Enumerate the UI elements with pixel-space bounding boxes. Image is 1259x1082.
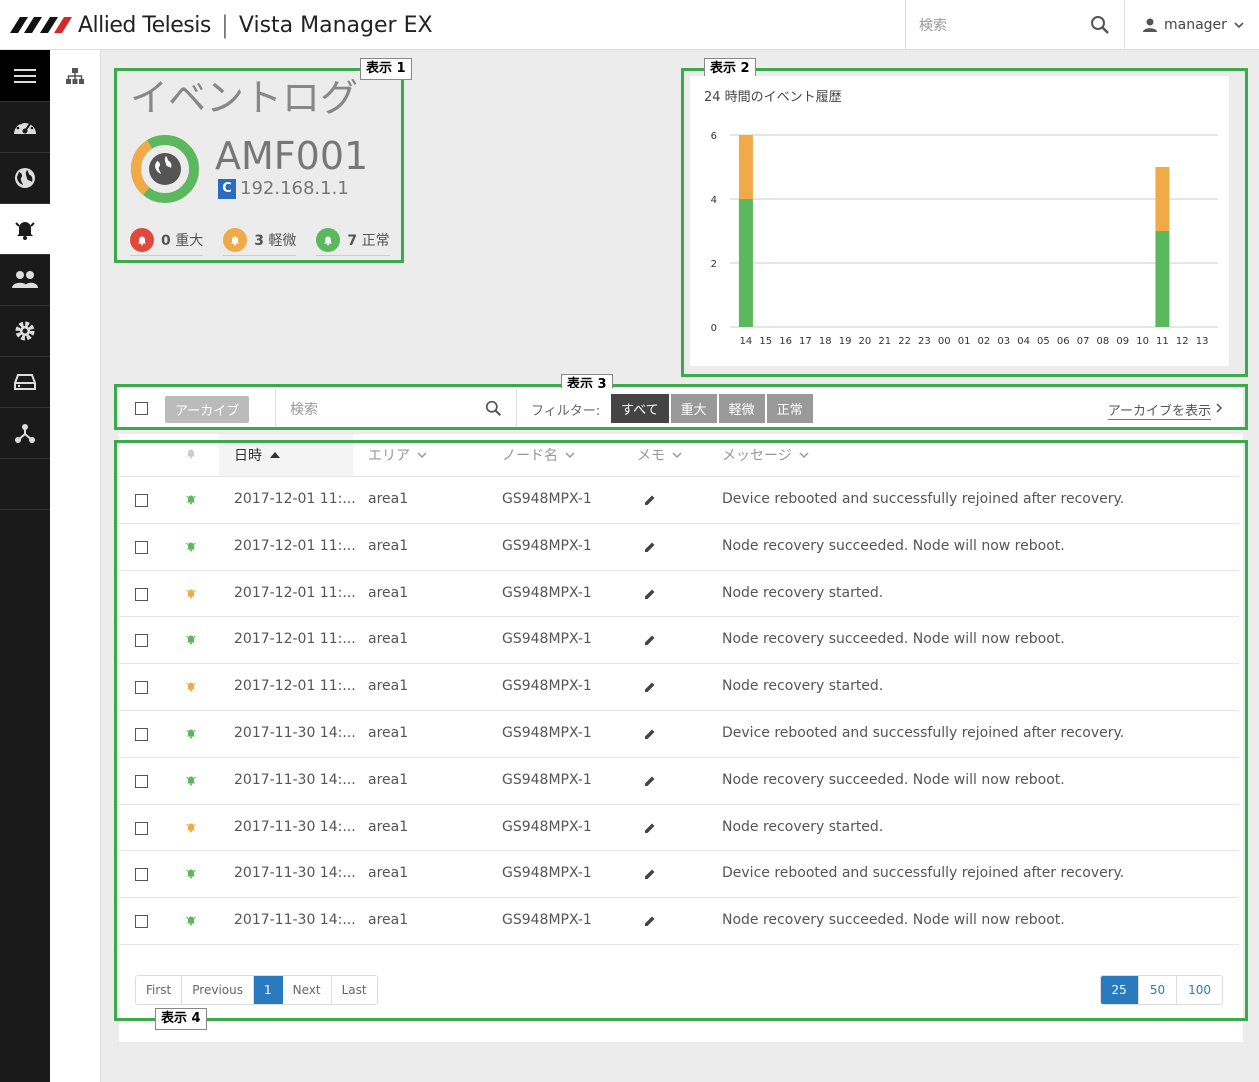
device-badge: C bbox=[218, 178, 236, 199]
count-critical[interactable]: 0 重大 bbox=[130, 228, 204, 256]
bar-segment bbox=[1155, 167, 1170, 231]
page-title: イベントログ bbox=[130, 76, 359, 120]
chevron-down-icon bbox=[1234, 22, 1244, 29]
user-menu[interactable]: manager bbox=[1126, 0, 1259, 50]
sidebar-spacer bbox=[0, 459, 50, 510]
device-ip: 192.168.1.1 bbox=[240, 178, 349, 199]
minor-bell-icon bbox=[223, 228, 248, 252]
x-tick-label: 07 bbox=[1077, 336, 1090, 347]
title-separator: | bbox=[220, 11, 229, 39]
top-bar: Allied Telesis | Vista Manager EX 検索 man… bbox=[0, 0, 1259, 50]
critical-bell-icon bbox=[130, 228, 154, 252]
x-tick-label: 20 bbox=[859, 336, 872, 347]
chart-svg: 024614 15 16 17 18 19 20 21 22 23 00 01 02 03 04 05 06 07… bbox=[711, 131, 1218, 347]
y-tick-label: 6 bbox=[711, 131, 717, 142]
filter-bar: アーカイブ 検索 フィルター: すべて 重大 軽微 正常 アーカイブを表示 bbox=[119, 388, 1243, 427]
count-critical-value: 0 bbox=[161, 233, 171, 249]
globe-icon[interactable] bbox=[0, 153, 50, 204]
x-tick-label: 05 bbox=[1037, 336, 1050, 347]
x-tick-label: 11 bbox=[1156, 336, 1169, 347]
logo[interactable]: Allied Telesis | Vista Manager EX bbox=[10, 11, 433, 39]
hierarchy-icon[interactable] bbox=[66, 68, 84, 84]
user-name: manager bbox=[1164, 17, 1227, 33]
dashboard-icon[interactable] bbox=[0, 102, 50, 153]
user-icon bbox=[1143, 18, 1157, 32]
y-tick-label: 0 bbox=[711, 323, 717, 334]
storage-drive-icon[interactable] bbox=[0, 357, 50, 408]
header-search-input[interactable]: 検索 bbox=[919, 15, 947, 35]
x-tick-label: 04 bbox=[1017, 336, 1030, 347]
bar-segment bbox=[738, 199, 753, 327]
filter-critical-button[interactable]: 重大 bbox=[670, 394, 717, 423]
display1-label: 表示 1 bbox=[360, 58, 412, 80]
x-tick-label: 22 bbox=[898, 336, 911, 347]
filter-minor-button[interactable]: 軽微 bbox=[718, 394, 765, 423]
x-tick-label: 21 bbox=[878, 336, 891, 347]
users-icon[interactable] bbox=[0, 255, 50, 306]
count-normal-value: 7 bbox=[347, 233, 358, 249]
count-minor[interactable]: 3 軽微 bbox=[223, 228, 297, 256]
count-critical-label: 重大 bbox=[175, 233, 204, 249]
sub-sidebar bbox=[50, 50, 101, 1082]
archive-button[interactable]: アーカイブ bbox=[165, 396, 250, 423]
menu-icon[interactable] bbox=[0, 50, 50, 102]
settings-gear-icon[interactable] bbox=[0, 306, 50, 357]
display4-label: 表示 4 bbox=[155, 1008, 207, 1030]
x-tick-label: 16 bbox=[779, 336, 792, 347]
filter-search-input[interactable]: 検索 bbox=[290, 399, 318, 419]
severity-counts: 0 重大 3 軽微 7 正常 bbox=[130, 228, 390, 256]
x-tick-label: 09 bbox=[1116, 336, 1129, 347]
event-history-chart: 24 時間のイベント履歴 0 2 4 6 14 15 16 17 18 19 20 21 22 23 00 0… bbox=[690, 76, 1229, 366]
bar-segment bbox=[1155, 231, 1170, 327]
x-tick-label: 08 bbox=[1097, 336, 1110, 347]
select-all-checkbox[interactable] bbox=[135, 402, 148, 415]
app-title: Vista Manager EX bbox=[238, 12, 433, 38]
allied-telesis-logo-icon bbox=[10, 17, 72, 33]
show-archive-link[interactable]: アーカイブを表示 bbox=[1107, 400, 1211, 420]
brand-name: Allied Telesis bbox=[78, 12, 211, 38]
search-icon[interactable] bbox=[1090, 15, 1110, 35]
device-name: AMF001 bbox=[215, 134, 369, 178]
device-globe-icon bbox=[149, 153, 181, 185]
x-tick-label: 23 bbox=[918, 336, 931, 347]
alarm-bell-icon[interactable] bbox=[0, 204, 50, 255]
x-tick-label: 18 bbox=[819, 336, 832, 347]
device-ip-row: C 192.168.1.1 bbox=[218, 178, 349, 199]
count-normal[interactable]: 7 正常 bbox=[316, 228, 390, 256]
sidebar bbox=[0, 50, 50, 1082]
x-tick-label: 02 bbox=[978, 336, 991, 347]
x-tick-label: 03 bbox=[997, 336, 1010, 347]
x-tick-label: 00 bbox=[938, 336, 951, 347]
network-topology-icon[interactable] bbox=[0, 408, 50, 459]
display4-box bbox=[114, 440, 1248, 1021]
x-tick-label: 13 bbox=[1196, 336, 1209, 347]
bar-segment bbox=[738, 135, 753, 199]
filter-search[interactable]: 検索 bbox=[275, 388, 517, 427]
x-tick-label: 12 bbox=[1176, 336, 1189, 347]
chevron-right-icon bbox=[1216, 403, 1223, 413]
x-tick-label: 14 bbox=[740, 336, 753, 347]
filter-all-button[interactable]: すべて bbox=[611, 394, 669, 423]
x-tick-label: 01 bbox=[958, 336, 971, 347]
normal-bell-icon bbox=[316, 228, 341, 252]
count-minor-value: 3 bbox=[254, 233, 264, 249]
x-tick-label: 15 bbox=[759, 336, 772, 347]
filter-normal-button[interactable]: 正常 bbox=[766, 394, 813, 423]
x-tick-label: 10 bbox=[1136, 336, 1149, 347]
count-normal-label: 正常 bbox=[361, 233, 390, 249]
x-tick-label: 17 bbox=[799, 336, 812, 347]
x-tick-label: 19 bbox=[839, 336, 852, 347]
x-tick-label: 06 bbox=[1057, 336, 1070, 347]
show-archive-text: アーカイブを表示 bbox=[1107, 404, 1211, 419]
y-tick-label: 2 bbox=[711, 259, 717, 270]
count-minor-label: 軽微 bbox=[268, 233, 297, 249]
filter-label: フィルター: bbox=[531, 404, 601, 419]
header-search[interactable]: 検索 bbox=[905, 0, 1125, 50]
filter-buttons: すべて 重大 軽微 正常 bbox=[611, 394, 813, 423]
y-tick-label: 4 bbox=[711, 195, 717, 206]
search-icon[interactable] bbox=[485, 400, 502, 417]
status-donut bbox=[130, 134, 200, 204]
